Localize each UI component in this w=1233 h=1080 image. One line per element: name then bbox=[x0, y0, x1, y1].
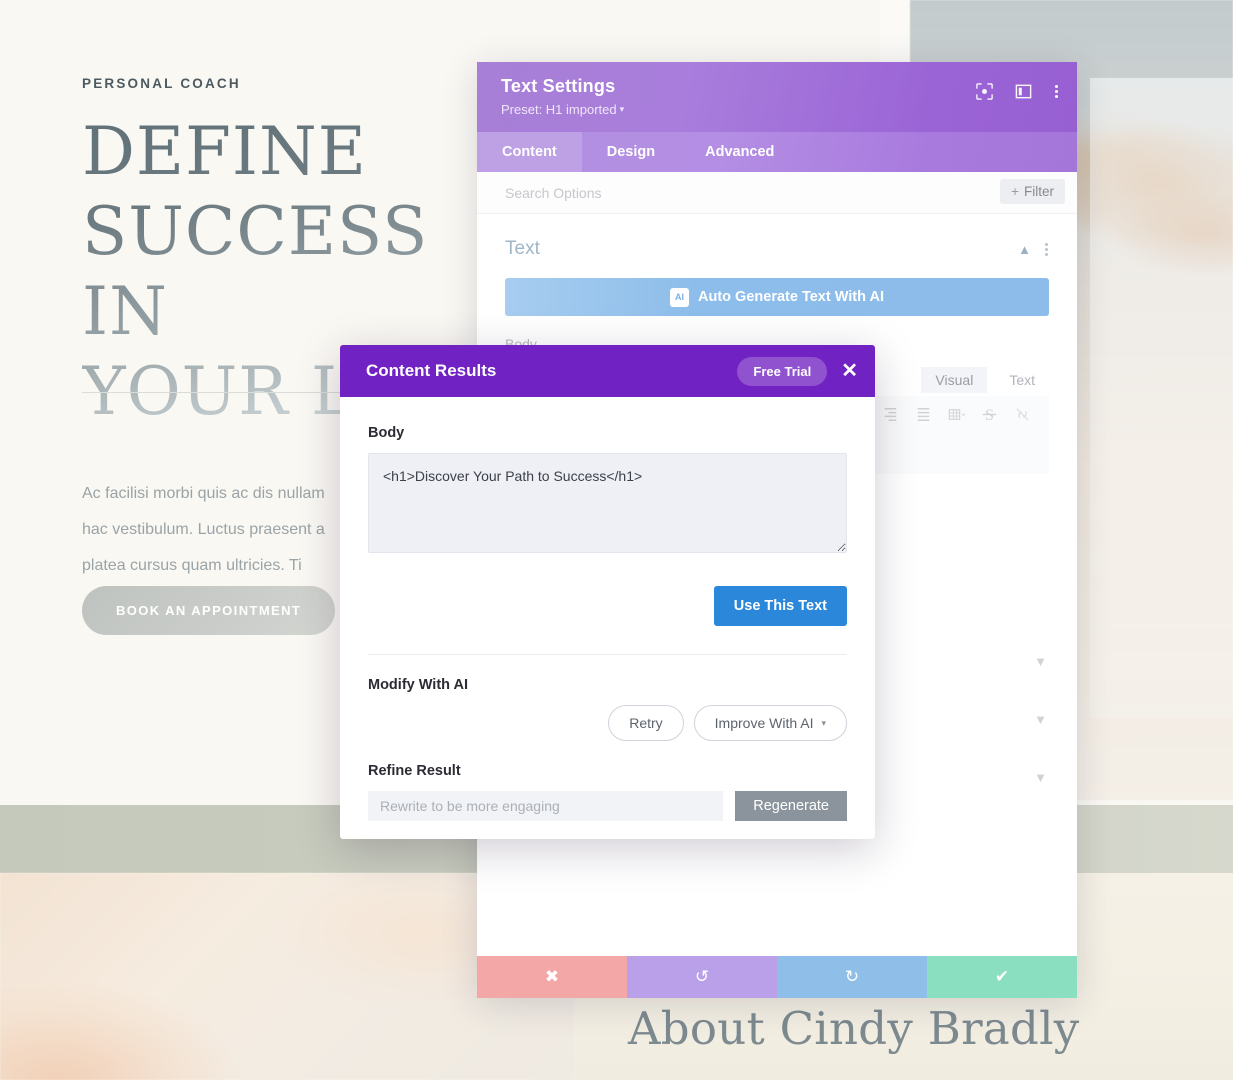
tab-content[interactable]: Content bbox=[477, 132, 582, 172]
body-label: Body bbox=[368, 425, 405, 441]
content-results-body: Body Use This Text Modify With AI Retry … bbox=[340, 397, 875, 821]
hero-photo-overlay-sheet bbox=[1090, 78, 1233, 718]
settings-footer-actions: ✖ ↺ ↻ ✔ bbox=[477, 956, 1077, 998]
table-icon[interactable] bbox=[947, 405, 966, 424]
regenerate-button[interactable]: Regenerate bbox=[735, 791, 847, 821]
wysiwyg-toolbar: S bbox=[869, 396, 1049, 474]
text-section: Text ▲ AI Auto Generate Text With AI Bod… bbox=[477, 214, 1077, 352]
modify-with-ai-heading: Modify With AI bbox=[368, 677, 469, 693]
tab-text[interactable]: Text bbox=[995, 367, 1049, 393]
hero-divider bbox=[82, 392, 382, 393]
responsive-view-icon[interactable] bbox=[975, 82, 994, 101]
plus-icon: + bbox=[1011, 184, 1019, 199]
improve-with-ai-button[interactable]: Improve With AI ▾ bbox=[693, 705, 847, 741]
content-results-title: Content Results bbox=[366, 361, 497, 380]
chevron-up-icon[interactable]: ▲ bbox=[1018, 242, 1031, 257]
tab-design[interactable]: Design bbox=[582, 132, 680, 172]
settings-header-icon-group bbox=[975, 82, 1059, 101]
book-appointment-button[interactable]: BOOK AN APPOINTMENT bbox=[82, 586, 336, 635]
settings-preset-label: Preset: H1 imported bbox=[501, 102, 617, 117]
unlink-icon[interactable] bbox=[1013, 405, 1032, 424]
auto-generate-text-with-ai-button[interactable]: AI Auto Generate Text With AI bbox=[505, 278, 1049, 316]
close-icon[interactable]: ✕ bbox=[841, 361, 858, 381]
collapsed-section-chevron-3[interactable]: ▼ bbox=[1034, 770, 1047, 785]
tab-visual[interactable]: Visual bbox=[921, 367, 988, 393]
more-options-icon[interactable] bbox=[1053, 83, 1059, 100]
refine-input[interactable] bbox=[368, 791, 724, 821]
body-textarea[interactable] bbox=[368, 453, 847, 553]
tab-advanced[interactable]: Advanced bbox=[680, 132, 799, 172]
collapsed-section-chevron-1[interactable]: ▼ bbox=[1034, 654, 1047, 669]
use-this-text-button[interactable]: Use This Text bbox=[713, 586, 847, 626]
strikethrough-icon[interactable]: S bbox=[980, 405, 999, 424]
content-results-header: Content Results Free Trial ✕ bbox=[340, 345, 875, 397]
collapsed-section-chevron-2[interactable]: ▼ bbox=[1034, 712, 1047, 727]
filter-button-label: Filter bbox=[1024, 184, 1054, 199]
align-justify-icon[interactable] bbox=[914, 405, 933, 424]
filter-button[interactable]: + Filter bbox=[1000, 179, 1065, 204]
text-section-header: Text ▲ bbox=[505, 238, 1049, 260]
refine-result-row: Regenerate bbox=[368, 791, 847, 821]
chevron-down-icon: ▾ bbox=[821, 717, 826, 728]
undo-button[interactable]: ↺ bbox=[627, 956, 777, 998]
settings-panel-title: Text Settings bbox=[501, 76, 616, 96]
chevron-down-icon: ▾ bbox=[619, 104, 625, 114]
settings-preset-selector[interactable]: Preset: H1 imported ▾ bbox=[501, 102, 1057, 117]
text-section-title: Text bbox=[505, 238, 540, 259]
auto-generate-label: Auto Generate Text With AI bbox=[698, 289, 884, 305]
refine-result-heading: Refine Result bbox=[368, 763, 461, 779]
improve-with-ai-label: Improve With AI bbox=[714, 715, 814, 731]
svg-text:S: S bbox=[985, 407, 994, 424]
search-options-row: Search Options + Filter bbox=[477, 172, 1077, 214]
settings-tab-bar: Content Design Advanced bbox=[477, 132, 1077, 172]
content-results-modal: Content Results Free Trial ✕ Body Use Th… bbox=[340, 345, 875, 839]
use-this-text-row: Use This Text bbox=[368, 586, 847, 626]
modify-actions-row: Retry Improve With AI ▾ bbox=[368, 705, 847, 741]
search-input[interactable]: Search Options bbox=[505, 185, 602, 201]
align-right-icon[interactable] bbox=[881, 405, 900, 424]
about-section-title: About Cindy Bradly bbox=[628, 1002, 1080, 1055]
save-changes-button[interactable]: ✔ bbox=[927, 956, 1077, 998]
free-trial-badge[interactable]: Free Trial bbox=[737, 356, 828, 386]
redo-button[interactable]: ↻ bbox=[777, 956, 927, 998]
hero-eyebrow: PERSONAL COACH bbox=[82, 76, 241, 91]
editor-tab-group: Visual Text bbox=[921, 367, 1049, 393]
section-more-options-icon[interactable] bbox=[1045, 241, 1049, 258]
layout-toggle-icon[interactable] bbox=[1014, 82, 1033, 101]
section-divider bbox=[368, 654, 847, 655]
settings-panel-header: Text Settings Preset: H1 imported ▾ bbox=[477, 62, 1077, 132]
ai-badge-icon: AI bbox=[670, 287, 690, 307]
discard-changes-button[interactable]: ✖ bbox=[477, 956, 627, 998]
screenshot-root: About Cindy Bradly PERSONAL COACH DEFINE… bbox=[0, 0, 1233, 1080]
retry-button[interactable]: Retry bbox=[608, 705, 684, 741]
